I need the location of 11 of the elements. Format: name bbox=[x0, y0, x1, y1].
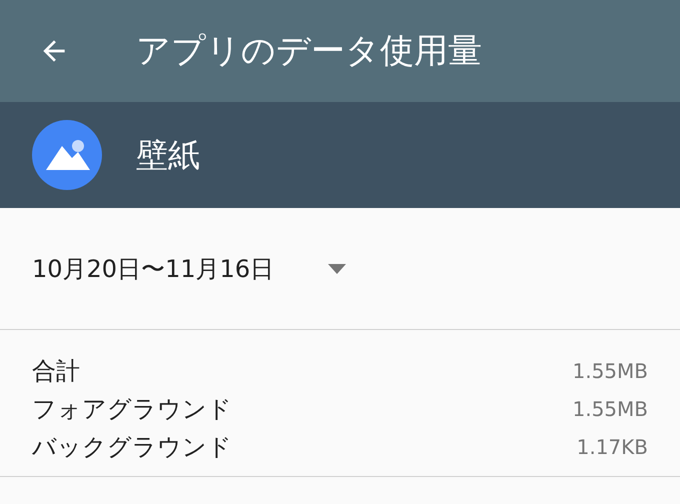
app-name: 壁紙 bbox=[136, 135, 200, 176]
usage-label: 合計 bbox=[32, 356, 80, 387]
usage-label: フォアグラウンド bbox=[32, 394, 232, 425]
window-title: アプリのデータ使用量 bbox=[136, 30, 482, 72]
usage-value: 1.55MB bbox=[572, 358, 648, 385]
wallpaper-app-icon bbox=[32, 120, 102, 190]
usage-value: 1.17KB bbox=[576, 434, 648, 461]
date-range-dropdown[interactable]: 10月20日〜11月16日 bbox=[32, 250, 346, 286]
usage-value: 1.55MB bbox=[572, 396, 648, 423]
usage-label: バックグラウンド bbox=[32, 432, 232, 463]
dropdown-caret-icon bbox=[328, 264, 346, 274]
